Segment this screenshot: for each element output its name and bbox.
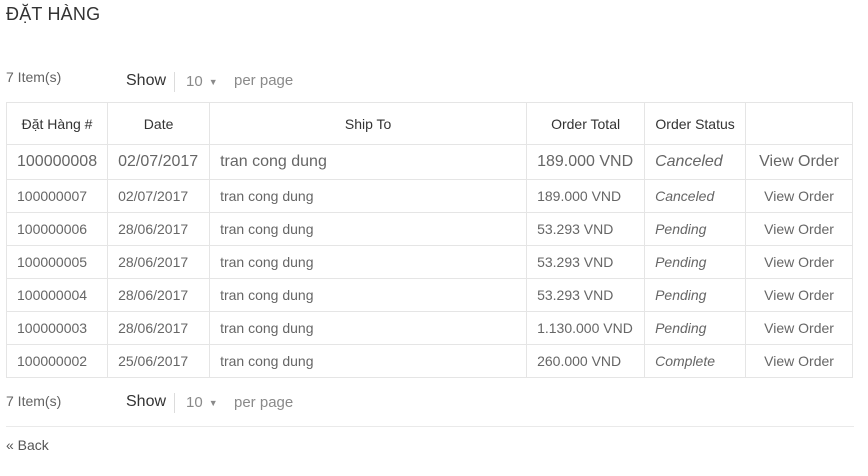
table-header-row: Đặt Hàng # Date Ship To Order Total Orde…: [5, 102, 853, 145]
table-row: 100000007 02/07/2017 tran cong dung 189.000…: [5, 179, 853, 213]
order-number-link[interactable]: 100000004: [5, 278, 109, 312]
page-title: ĐẶT HÀNG: [6, 4, 101, 24]
order-date: 02/07/2017: [107, 144, 211, 180]
column-header-order-total: Order Total: [526, 102, 646, 145]
order-date: 28/06/2017: [107, 212, 211, 246]
order-date: 28/06/2017: [107, 311, 211, 345]
orders-page: ĐẶT HÀNG 7 Item(s) Show 10 ▼ per page Đặ…: [0, 0, 868, 476]
order-number-link[interactable]: 100000003: [5, 311, 109, 345]
view-order-link[interactable]: View Order: [745, 278, 853, 312]
toolbar-top: 7 Item(s) Show 10 ▼ per page: [6, 68, 854, 92]
per-page-label: per page: [234, 394, 294, 411]
toolbar-bottom: 7 Item(s) Show 10 ▼ per page: [6, 391, 854, 415]
divider: [174, 72, 175, 92]
ship-to-name: tran cong dung: [209, 144, 528, 180]
back-link[interactable]: « Back: [6, 437, 49, 453]
per-page-value: 10: [186, 73, 203, 90]
order-number-link[interactable]: 100000005: [5, 245, 109, 279]
order-total: 189.000 VND: [526, 179, 646, 213]
order-date: 02/07/2017: [107, 179, 211, 213]
view-order-link[interactable]: View Order: [745, 212, 853, 246]
caret-down-icon: ▼: [208, 397, 218, 408]
view-order-link[interactable]: View Order: [745, 179, 853, 213]
table-row: 100000005 28/06/2017 tran cong dung 53.293 …: [5, 245, 853, 279]
order-status: Pending: [644, 245, 747, 279]
order-total: 260.000 VND: [526, 344, 646, 378]
order-total: 53.293 VND: [526, 278, 646, 312]
order-number-link[interactable]: 100000002: [5, 344, 109, 378]
column-header-order-status: Order Status: [644, 102, 747, 145]
orders-table: Đặt Hàng # Date Ship To Order Total Orde…: [5, 102, 853, 378]
per-page-select[interactable]: 10 ▼: [186, 394, 218, 411]
order-total: 53.293 VND: [526, 212, 646, 246]
item-count: 7 Item(s): [6, 69, 62, 85]
order-status: Canceled: [644, 179, 747, 213]
ship-to-name: tran cong dung: [209, 278, 528, 312]
order-total: 53.293 VND: [526, 245, 646, 279]
show-label: Show: [126, 393, 167, 410]
table-row: 100000002 25/06/2017 tran cong dung 260.000…: [5, 344, 853, 378]
caret-down-icon: ▼: [208, 76, 218, 87]
view-order-link[interactable]: View Order: [745, 245, 853, 279]
order-status: Pending: [644, 212, 747, 246]
order-status: Pending: [644, 278, 747, 312]
column-header-date: Date: [107, 102, 211, 145]
table-row: 100000004 28/06/2017 tran cong dung 53.293 …: [5, 278, 853, 312]
per-page-select[interactable]: 10 ▼: [186, 73, 218, 90]
footer-divider: [6, 426, 854, 427]
order-date: 25/06/2017: [107, 344, 211, 378]
order-date: 28/06/2017: [107, 278, 211, 312]
per-page-label: per page: [234, 72, 294, 89]
column-header-actions: [745, 102, 853, 145]
ship-to-name: tran cong dung: [209, 179, 528, 213]
divider: [174, 393, 175, 413]
order-status: Pending: [644, 311, 747, 345]
order-number-link[interactable]: 100000008: [5, 144, 109, 180]
order-total: 1.130.000 VND: [526, 311, 646, 345]
view-order-link[interactable]: View Order: [745, 144, 853, 180]
order-number-link[interactable]: 100000007: [5, 179, 109, 213]
ship-to-name: tran cong dung: [209, 245, 528, 279]
table-row: 100000003 28/06/2017 tran cong dung 1.130.0…: [5, 311, 853, 345]
order-total: 189.000 VND: [526, 144, 646, 180]
ship-to-name: tran cong dung: [209, 344, 528, 378]
ship-to-name: tran cong dung: [209, 212, 528, 246]
view-order-link[interactable]: View Order: [745, 311, 853, 345]
order-status: Complete: [644, 344, 747, 378]
table-row: 100000006 28/06/2017 tran cong dung 53.293 …: [5, 212, 853, 246]
per-page-value: 10: [186, 394, 203, 411]
show-label: Show: [126, 72, 167, 89]
item-count: 7 Item(s): [6, 393, 62, 409]
table-row: 100000008 02/07/2017 tran cong dung 189.000…: [5, 144, 853, 180]
order-number-link[interactable]: 100000006: [5, 212, 109, 246]
column-header-order-number: Đặt Hàng #: [5, 102, 109, 145]
order-status: Canceled: [644, 144, 747, 180]
view-order-link[interactable]: View Order: [745, 344, 853, 378]
ship-to-name: tran cong dung: [209, 311, 528, 345]
column-header-ship-to: Ship To: [209, 102, 528, 145]
order-date: 28/06/2017: [107, 245, 211, 279]
